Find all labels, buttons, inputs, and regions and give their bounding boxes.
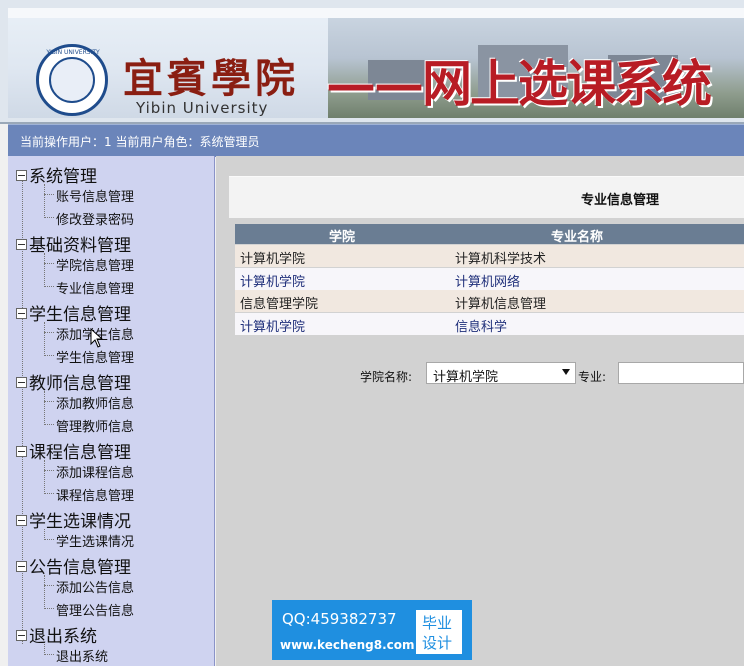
page-title-bar: 专业信息管理 xyxy=(229,176,744,218)
cell-major: 计算机网络 xyxy=(455,275,521,290)
watermark-url: www.kecheng8.com xyxy=(280,638,415,652)
menu-item-college-management[interactable]: 学院信息管理 xyxy=(56,255,134,274)
page-title: 专业信息管理 xyxy=(581,193,660,208)
menu-item-logout[interactable]: 退出系统 xyxy=(56,646,108,665)
watermark-qq: QQ:459382737 xyxy=(282,610,397,628)
column-header-major: 专业名称 xyxy=(551,230,604,245)
cell-major: 计算机信息管理 xyxy=(455,297,547,312)
dropdown-arrow-icon[interactable] xyxy=(562,369,570,375)
logo-text: YIBIN UNIVERSITY xyxy=(46,49,100,56)
table-row[interactable]: 计算机学院 计算机网络 xyxy=(235,268,744,290)
menu-group-student[interactable]: 学生信息管理 xyxy=(16,300,131,325)
mouse-cursor-icon xyxy=(90,328,104,348)
menu-group-basic-data[interactable]: 基础资料管理 xyxy=(16,231,131,256)
school-name-cn: 宜賓學院 xyxy=(123,55,299,102)
collapse-icon[interactable] xyxy=(16,169,27,181)
user-status-bar: 当前操作用户：1 当前用户角色：系统管理员 xyxy=(8,124,744,157)
menu-item-add-teacher[interactable]: 添加教师信息 xyxy=(56,393,134,412)
watermark-badge-line1: 毕业 xyxy=(422,614,453,632)
menu-item-add-course[interactable]: 添加课程信息 xyxy=(56,462,134,481)
cell-college: 计算机学院 xyxy=(240,275,306,290)
banner-background: YIBIN UNIVERSITY 宜賓學院 Yibin University —… xyxy=(8,8,744,118)
menu-group-teacher[interactable]: 教师信息管理 xyxy=(16,369,131,394)
menu-item-change-password[interactable]: 修改登录密码 xyxy=(56,209,134,228)
menu-group-announcement[interactable]: 公告信息管理 xyxy=(16,553,131,578)
header-banner: YIBIN UNIVERSITY 宜賓學院 Yibin University —… xyxy=(0,0,744,124)
menu-group-exit[interactable]: 退出系统 xyxy=(16,622,97,647)
menu-item-add-announcement[interactable]: 添加公告信息 xyxy=(56,577,134,596)
collapse-icon[interactable] xyxy=(16,514,27,526)
menu-group-system[interactable]: 系统管理 xyxy=(16,162,97,187)
major-label: 专业: xyxy=(578,370,607,384)
menu-group-course-selection[interactable]: 学生选课情况 xyxy=(16,507,131,532)
system-title: ——网上选课系统 xyxy=(326,54,712,113)
collapse-icon[interactable] xyxy=(16,629,27,641)
menu-item-course-selection[interactable]: 学生选课情况 xyxy=(56,531,134,550)
major-input[interactable] xyxy=(618,362,744,384)
menu-item-account-management[interactable]: 账号信息管理 xyxy=(56,186,134,205)
watermark-ad: QQ:459382737 www.kecheng8.com 毕业 设计 xyxy=(272,600,472,660)
collapse-icon[interactable] xyxy=(16,307,27,319)
menu-group-course[interactable]: 课程信息管理 xyxy=(16,438,131,463)
collapse-icon[interactable] xyxy=(16,238,27,250)
cell-major: 信息科学 xyxy=(455,320,508,335)
menu-item-announcement-management[interactable]: 管理公告信息 xyxy=(56,600,134,619)
table-row[interactable]: 计算机学院 计算机科学技术 xyxy=(235,245,744,267)
watermark-badge: 毕业 设计 xyxy=(416,610,462,654)
collapse-icon[interactable] xyxy=(16,560,27,572)
college-name-label: 学院名称: xyxy=(360,370,413,384)
cell-college: 信息管理学院 xyxy=(240,297,319,312)
school-name-en: Yibin University xyxy=(136,99,269,117)
college-select-value: 计算机学院 xyxy=(433,370,499,385)
menu-item-student-management[interactable]: 学生信息管理 xyxy=(56,347,134,366)
sidebar-menu: 系统管理 账号信息管理 修改登录密码 基础资料管理 学院信息管理 专业信息管理 … xyxy=(8,156,215,666)
university-logo: YIBIN UNIVERSITY xyxy=(36,44,108,116)
menu-item-major-management[interactable]: 专业信息管理 xyxy=(56,278,134,297)
collapse-icon[interactable] xyxy=(16,376,27,388)
collapse-icon[interactable] xyxy=(16,445,27,457)
cell-college: 计算机学院 xyxy=(240,320,306,335)
watermark-badge-line2: 设计 xyxy=(422,634,453,652)
cell-major: 计算机科学技术 xyxy=(455,252,547,267)
table-row[interactable]: 信息管理学院 计算机信息管理 xyxy=(235,290,744,312)
cell-college: 计算机学院 xyxy=(240,252,306,267)
menu-item-teacher-management[interactable]: 管理教师信息 xyxy=(56,416,134,435)
table-header: 学院 专业名称 xyxy=(235,224,744,245)
user-status-text: 当前操作用户：1 当前用户角色：系统管理员 xyxy=(20,135,260,149)
menu-item-course-management[interactable]: 课程信息管理 xyxy=(56,485,134,504)
table-row[interactable]: 计算机学院 信息科学 xyxy=(235,313,744,335)
column-header-college: 学院 xyxy=(329,230,356,245)
college-select[interactable]: 计算机学院 xyxy=(426,362,576,385)
